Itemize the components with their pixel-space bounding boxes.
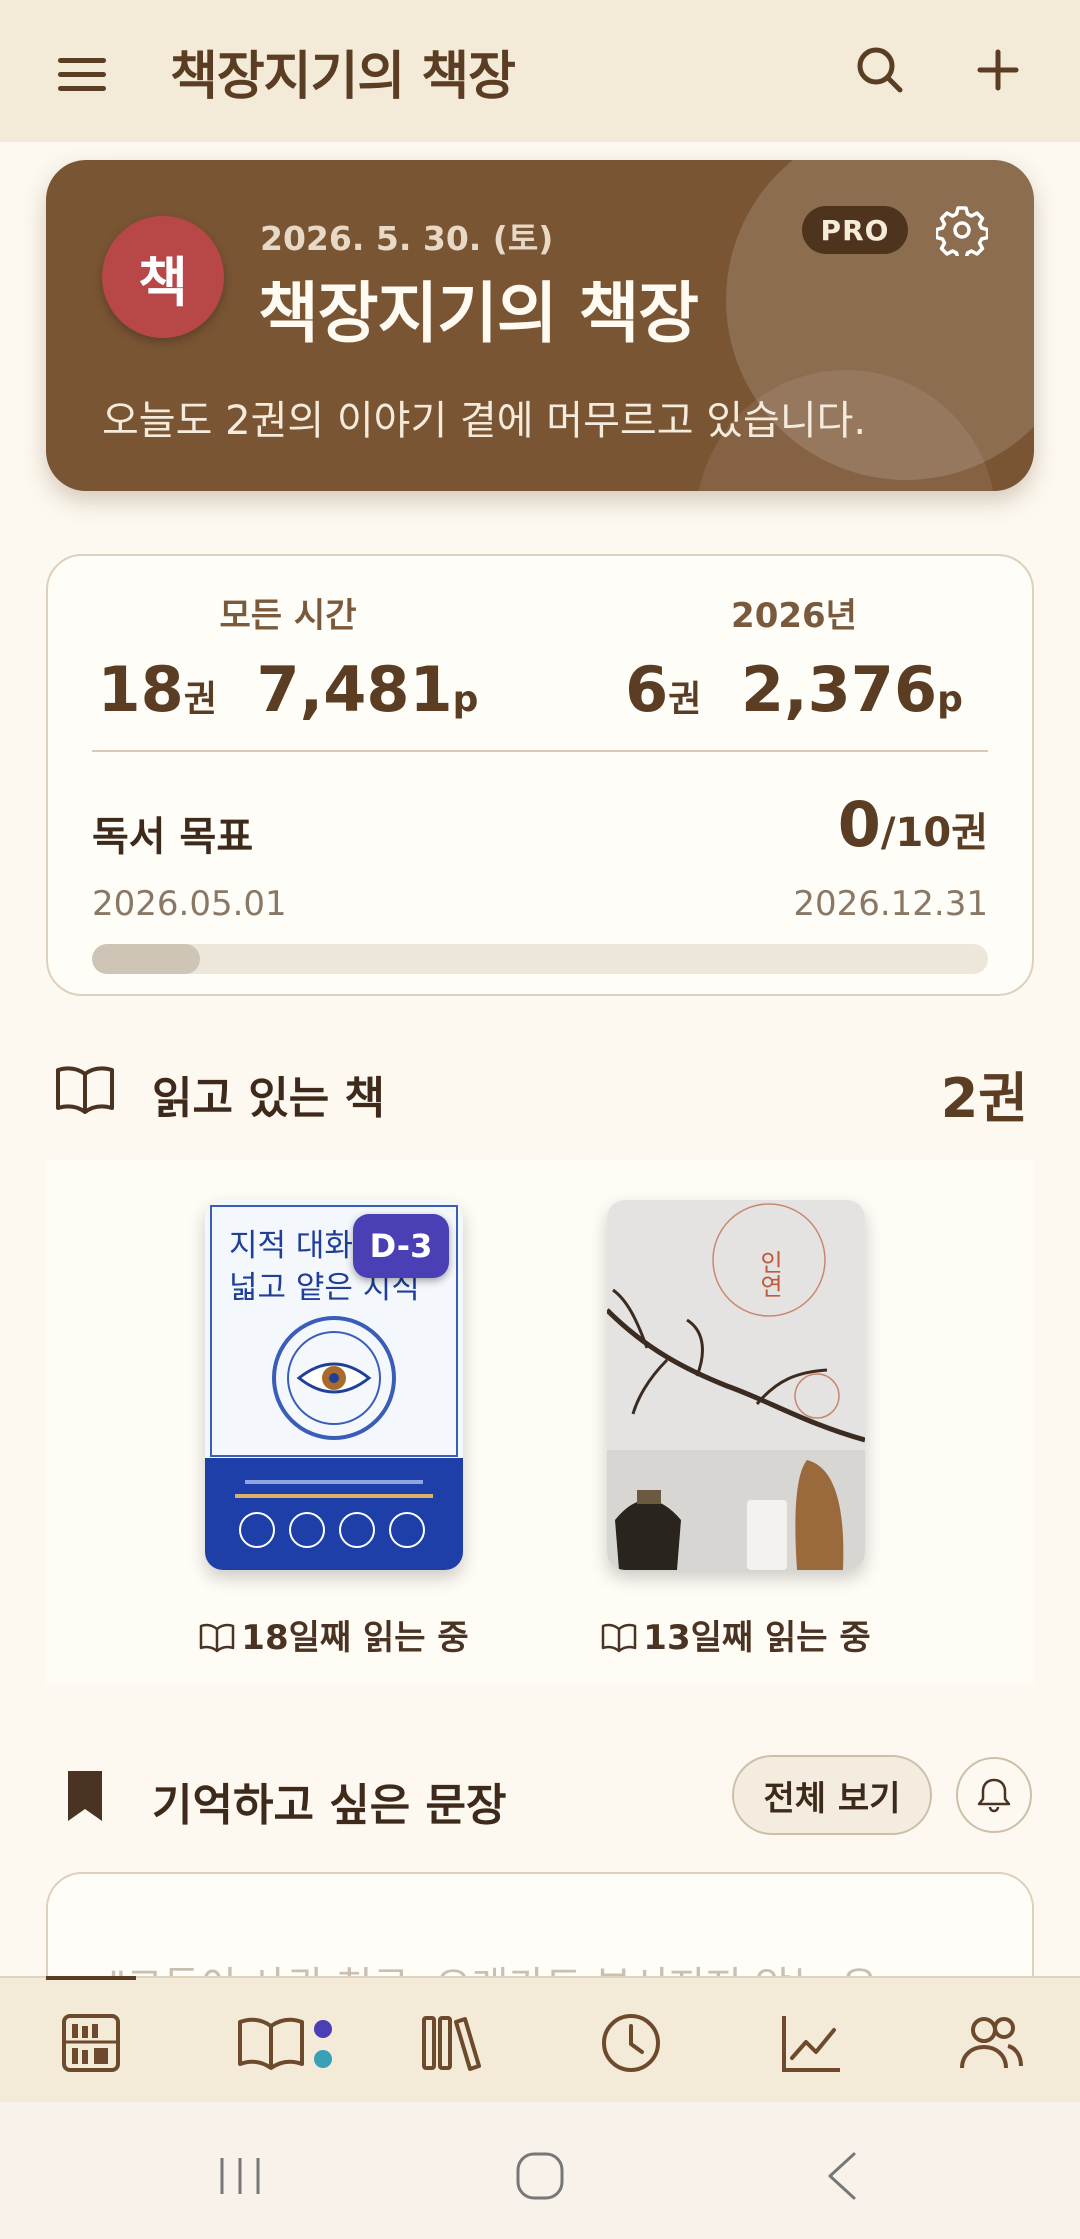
open-book-icon <box>56 1066 114 1114</box>
bottom-tab-bar <box>0 1976 1080 2102</box>
avatar[interactable]: 책 <box>102 216 224 338</box>
shelf-name: 책장지기의 책장 <box>258 275 699 352</box>
books-unit: 권 <box>183 679 217 720</box>
library-icon[interactable] <box>416 2008 486 2078</box>
goal-count: 0/10권 <box>838 788 988 861</box>
goal-start-date: 2026.05.01 <box>92 884 287 924</box>
reading-days-label: 18일째 읽는 중 <box>241 1618 469 1658</box>
all-time-pages: 7,481 <box>256 653 453 726</box>
reading-section-header: 읽고 있는 책 2권 <box>46 1048 1034 1130</box>
open-book-icon <box>602 1623 637 1653</box>
pro-badge: PRO <box>802 206 908 254</box>
pages-unit: p <box>452 679 479 720</box>
goal-target: /10권 <box>880 810 988 856</box>
divider <box>92 750 988 752</box>
goal-title: 독서 목표 <box>92 814 254 860</box>
back-icon[interactable] <box>814 2146 874 2206</box>
bookshelf-icon[interactable] <box>56 2008 126 2078</box>
system-navigation-bar <box>0 2102 1080 2239</box>
cover-title: 인연 <box>755 1250 783 1298</box>
open-book-icon <box>200 1623 235 1653</box>
goal-end-date: 2026.12.31 <box>793 884 988 924</box>
recent-apps-icon[interactable] <box>210 2146 270 2206</box>
section-title: 기억하고 싶은 문장 <box>152 1780 507 1831</box>
gear-icon[interactable] <box>936 204 988 256</box>
due-badge: D-3 <box>353 1214 449 1278</box>
reading-book-icon <box>238 2017 304 2070</box>
app-title: 책장지기의 책장 <box>170 47 516 107</box>
search-icon[interactable] <box>848 38 912 102</box>
reading-stats-card[interactable]: 모든 시간 18권 7,481p 2026년 6권 2,376p 독서 목표 0… <box>46 554 1034 996</box>
menu-icon[interactable] <box>54 44 114 104</box>
top-app-bar: 책장지기의 책장 <box>0 0 1080 142</box>
all-time-label: 모든 시간 <box>219 596 357 636</box>
year-stats: 2026년 6권 2,376p <box>594 588 994 726</box>
history-clock-icon[interactable] <box>596 2008 666 2078</box>
pages-unit: p <box>937 679 963 720</box>
all-time-stats: 모든 시간 18권 7,481p <box>88 588 488 726</box>
year-books: 6 <box>625 653 669 726</box>
all-time-books: 18 <box>97 653 184 726</box>
notification-button[interactable] <box>956 1757 1032 1833</box>
goal-progress-bar <box>92 944 988 974</box>
book-cover[interactable]: 지적 대화를 위한 넓고 얕은 지식 D-3 <box>205 1200 463 1570</box>
book-item[interactable]: 지적 대화를 위한 넓고 얕은 지식 D-3 18일째 읽는 중 <box>184 1200 484 1659</box>
book-item[interactable]: 인연 13일째 읽는 중 <box>586 1200 886 1659</box>
goal-progress-fill <box>92 944 200 974</box>
indicator-dot <box>314 2050 332 2068</box>
book-cover[interactable]: 인연 <box>607 1200 865 1570</box>
view-all-button[interactable]: 전체 보기 <box>732 1755 932 1835</box>
book-cover-art: 인연 <box>607 1200 865 1570</box>
plus-icon[interactable] <box>966 38 1030 102</box>
reading-days: 13일째 읽는 중 <box>586 1610 886 1659</box>
friends-icon[interactable] <box>956 2008 1026 2078</box>
books-unit: 권 <box>668 679 702 720</box>
reading-books-list: 지적 대화를 위한 넓고 얕은 지식 D-3 18일째 읽는 중 인연 13일째… <box>46 1160 1034 1684</box>
bookmark-icon <box>68 1771 102 1821</box>
today-date: 2026. 5. 30. (토) <box>260 219 554 258</box>
profile-hero-card: 책 2026. 5. 30. (토) 책장지기의 책장 오늘도 2권의 이야기 … <box>46 160 1034 491</box>
reading-days-label: 13일째 읽는 중 <box>643 1618 871 1658</box>
section-title: 읽고 있는 책 <box>152 1073 386 1124</box>
all-time-values: 18권 7,481p <box>88 653 488 726</box>
year-pages: 2,376 <box>740 653 938 726</box>
quotes-section-header: 기억하고 싶은 문장 전체 보기 <box>46 1755 1034 1835</box>
status-message: 오늘도 2권의 이야기 곁에 머무르고 있습니다. <box>102 398 867 444</box>
active-tab-indicator <box>46 1976 136 1980</box>
year-label: 2026년 <box>731 596 857 636</box>
stats-chart-icon[interactable] <box>776 2008 846 2078</box>
goal-current: 0 <box>837 788 881 861</box>
indicator-dot <box>314 2020 332 2038</box>
tab-reading[interactable] <box>236 2008 336 2078</box>
year-values: 6권 2,376p <box>594 653 994 726</box>
reading-count: 2권 <box>940 1067 1028 1130</box>
bell-icon <box>977 1778 1011 1813</box>
home-icon[interactable] <box>510 2146 570 2206</box>
reading-days: 18일째 읽는 중 <box>184 1610 484 1659</box>
